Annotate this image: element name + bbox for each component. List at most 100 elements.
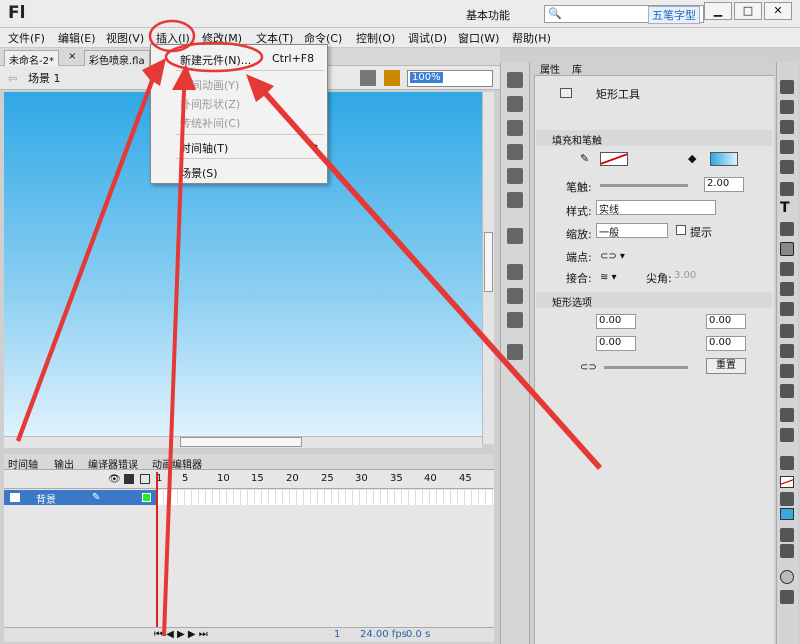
tab-fountain[interactable]: 彩色喷泉.fla bbox=[84, 50, 150, 67]
join-select-icon[interactable]: ≋ ▾ bbox=[600, 272, 617, 283]
hand-tool-icon[interactable] bbox=[780, 408, 794, 422]
scene-breadcrumb[interactable]: 场景 1 bbox=[28, 70, 61, 86]
layer-color-icon[interactable] bbox=[142, 493, 151, 502]
menu-item-new-symbol[interactable]: 新建元件(N)... bbox=[180, 52, 251, 68]
vertical-scroll-thumb[interactable] bbox=[484, 232, 493, 292]
rect-options-section[interactable]: 矩形选项 bbox=[536, 292, 772, 309]
lasso-icon[interactable] bbox=[780, 160, 794, 174]
tab-motion-editor[interactable]: 动画编辑器 bbox=[152, 456, 202, 471]
black-white-icon[interactable] bbox=[780, 528, 794, 542]
workspace-switcher[interactable]: 基本功能 bbox=[466, 7, 510, 23]
fill-stroke-section[interactable]: 填充和笔触 bbox=[536, 130, 772, 147]
horizontal-scroll-thumb[interactable] bbox=[180, 437, 302, 447]
motion-presets-icon[interactable] bbox=[507, 288, 523, 304]
selection-tool-icon[interactable] bbox=[780, 80, 794, 94]
back-arrow-icon[interactable]: ⇦ bbox=[8, 72, 17, 85]
pen-tool-icon[interactable] bbox=[780, 182, 794, 196]
minimize-button[interactable]: ▁ bbox=[704, 2, 732, 20]
3d-rotation-icon[interactable] bbox=[780, 140, 794, 154]
zoom-select[interactable]: 100% bbox=[407, 70, 493, 87]
playhead[interactable] bbox=[156, 472, 158, 636]
rectangle-tool-button-icon[interactable] bbox=[780, 242, 794, 256]
swatches-icon[interactable] bbox=[507, 96, 523, 112]
fill-color-swatch[interactable] bbox=[710, 152, 738, 166]
free-transform-icon[interactable] bbox=[780, 120, 794, 134]
snap-icon[interactable] bbox=[780, 590, 794, 604]
hint-checkbox[interactable] bbox=[676, 225, 686, 235]
tab-close-icon[interactable]: × bbox=[64, 50, 80, 66]
edit-symbol-icon[interactable] bbox=[384, 70, 400, 86]
deco-tool-icon[interactable] bbox=[780, 302, 794, 316]
style-select[interactable]: 实线 bbox=[596, 200, 716, 216]
corner-radius-top-right[interactable]: 0.00 bbox=[706, 314, 746, 329]
layer-name[interactable]: 背景 bbox=[36, 491, 56, 506]
line-tool-icon[interactable] bbox=[780, 222, 794, 236]
menu-view[interactable]: 视图(V) bbox=[106, 30, 144, 46]
stroke-color-chip[interactable] bbox=[780, 476, 794, 488]
code-snippets-icon[interactable] bbox=[507, 312, 523, 328]
lock-icon[interactable] bbox=[124, 474, 134, 484]
brush-tool-icon[interactable] bbox=[780, 282, 794, 296]
info-icon[interactable] bbox=[507, 144, 523, 160]
menu-window[interactable]: 窗口(W) bbox=[458, 30, 499, 46]
tab-output[interactable]: 输出 bbox=[54, 456, 74, 471]
menu-debug[interactable]: 调试(D) bbox=[408, 30, 447, 46]
outline-icon[interactable] bbox=[140, 474, 150, 484]
align-icon[interactable] bbox=[507, 120, 523, 136]
tab-timeline[interactable]: 时间轴 bbox=[8, 456, 38, 471]
pencil-icon[interactable]: ✎ bbox=[92, 492, 100, 503]
close-button[interactable]: ✕ bbox=[764, 2, 792, 20]
fill-color-tool-icon[interactable] bbox=[780, 492, 794, 506]
object-drawing-icon[interactable] bbox=[780, 570, 794, 584]
menu-item-timeline[interactable]: 时间轴(T) bbox=[180, 140, 228, 156]
menu-edit[interactable]: 编辑(E) bbox=[58, 30, 96, 46]
eyedropper-icon[interactable] bbox=[780, 364, 794, 378]
corner-radius-top-left[interactable]: 0.00 bbox=[596, 314, 636, 329]
link-icon[interactable]: ⊂⊃ bbox=[580, 362, 597, 373]
frame-rate[interactable]: 24.00 fps bbox=[360, 629, 407, 640]
stroke-value[interactable]: 2.00 bbox=[704, 177, 744, 192]
library-icon[interactable] bbox=[507, 228, 523, 244]
bone-tool-icon[interactable] bbox=[780, 324, 794, 338]
menu-file[interactable]: 文件(F) bbox=[8, 30, 45, 46]
eye-icon[interactable]: 👁 bbox=[108, 474, 121, 485]
reset-button[interactable]: 重置 bbox=[706, 358, 746, 374]
current-frame[interactable]: 1 bbox=[334, 629, 340, 640]
tab-properties[interactable]: 属性 bbox=[540, 61, 560, 76]
transform-icon[interactable] bbox=[507, 168, 523, 184]
tab-untitled[interactable]: 未命名-2* bbox=[4, 50, 59, 67]
history-icon[interactable] bbox=[507, 192, 523, 208]
pencil-tool-icon[interactable] bbox=[780, 262, 794, 276]
menu-control[interactable]: 控制(O) bbox=[356, 30, 395, 46]
fill-color-chip[interactable] bbox=[780, 508, 794, 520]
stroke-color-tool-icon[interactable] bbox=[780, 456, 794, 470]
subselection-tool-icon[interactable] bbox=[780, 100, 794, 114]
paint-bucket-tool-icon[interactable] bbox=[780, 344, 794, 358]
frame-cells[interactable] bbox=[157, 490, 494, 505]
playback-controls-icon[interactable]: ⏮ ◀ ▶ ▶ ⏭ bbox=[154, 629, 208, 640]
text-tool-icon[interactable]: T bbox=[780, 200, 790, 216]
menu-help[interactable]: 帮助(H) bbox=[512, 30, 551, 46]
eraser-icon[interactable] bbox=[780, 384, 794, 398]
color-panel-icon[interactable] bbox=[507, 72, 523, 88]
menu-item-scene[interactable]: 场景(S) bbox=[180, 165, 218, 181]
layer-row[interactable] bbox=[4, 490, 156, 505]
tab-library[interactable]: 库 bbox=[572, 61, 582, 76]
tab-compiler-errors[interactable]: 编译器错误 bbox=[88, 456, 138, 471]
maximize-button[interactable]: □ bbox=[734, 2, 762, 20]
corner-radius-bottom-left[interactable]: 0.00 bbox=[596, 336, 636, 351]
cap-select-icon[interactable]: ⊂⊃ ▾ bbox=[600, 251, 625, 262]
stroke-color-swatch[interactable] bbox=[600, 152, 628, 166]
scene-panel-icon[interactable] bbox=[507, 344, 523, 360]
scale-select[interactable]: 一般 bbox=[596, 223, 668, 239]
components-icon[interactable] bbox=[507, 264, 523, 280]
stroke-slider[interactable] bbox=[600, 184, 688, 187]
edit-scene-icon[interactable] bbox=[360, 70, 376, 86]
corner-slider[interactable] bbox=[604, 366, 688, 369]
corner-radius-bottom-right[interactable]: 0.00 bbox=[706, 336, 746, 351]
elapsed-time[interactable]: 0.0 s bbox=[406, 629, 430, 640]
swap-colors-icon[interactable] bbox=[780, 544, 794, 558]
frame-ruler[interactable]: 1 5 10 15 20 25 30 35 40 45 bbox=[155, 472, 494, 488]
miter-value[interactable]: 3.00 bbox=[674, 270, 696, 281]
zoom-tool-icon[interactable] bbox=[780, 428, 794, 442]
